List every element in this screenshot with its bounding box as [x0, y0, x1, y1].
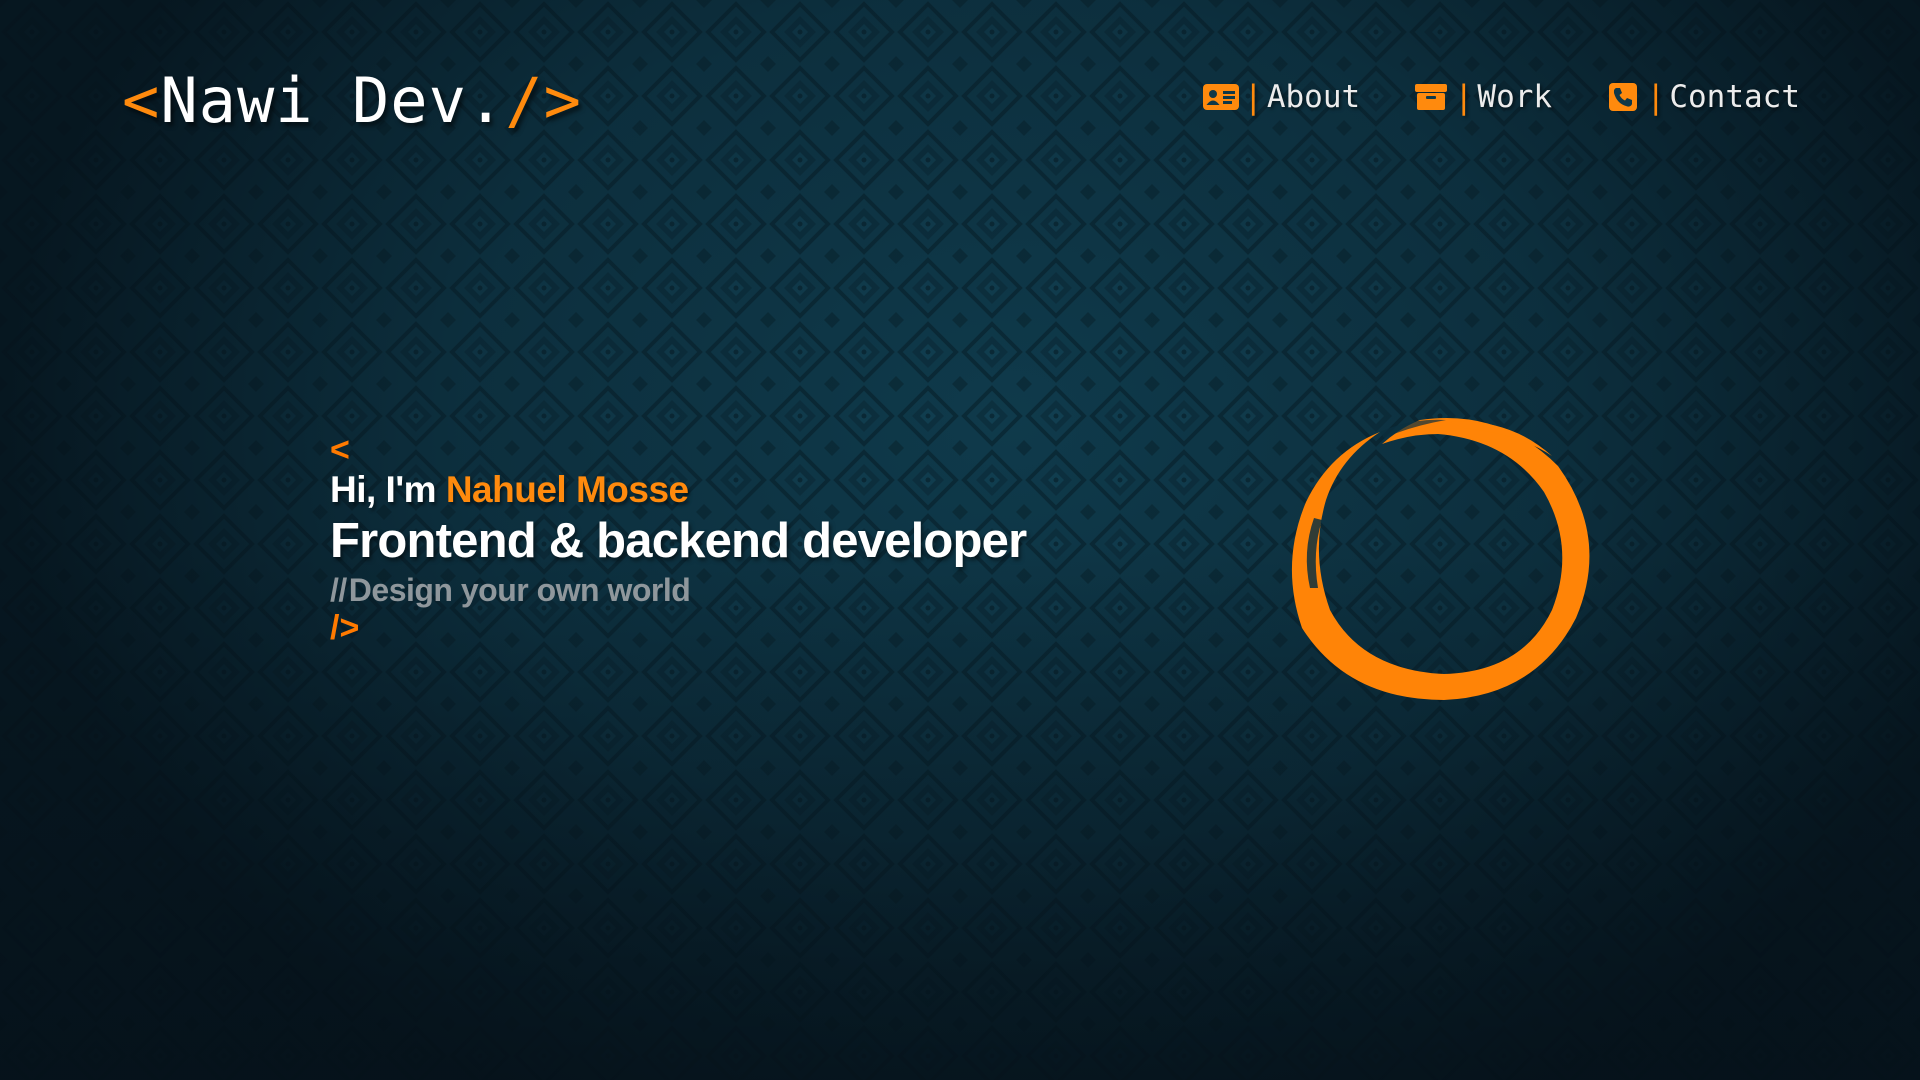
nav-item-work[interactable]: | Work — [1412, 78, 1552, 116]
tagline-slashes: // — [330, 572, 347, 608]
main-nav: | About | Work | Contact — [1202, 78, 1800, 116]
logo-close-bracket: /> — [505, 64, 582, 137]
nav-item-about[interactable]: | About — [1202, 78, 1361, 116]
archive-box-icon — [1412, 82, 1450, 112]
hero-section: < Hi, I'm Nahuel Mosse Frontend & backen… — [330, 432, 1130, 646]
nav-separator: | — [1454, 78, 1474, 116]
enso-circle-icon — [1291, 417, 1590, 700]
hero-close-bracket: /> — [330, 609, 360, 647]
hero-open-bracket: < — [330, 431, 350, 469]
greeting-prefix: Hi, I'm — [330, 469, 446, 510]
greeting-name: Nahuel Mosse — [445, 469, 689, 510]
logo-name: Nawi Dev. — [160, 64, 506, 137]
nav-item-contact[interactable]: | Contact — [1604, 78, 1800, 116]
tagline-text: Design your own world — [348, 572, 691, 608]
nav-separator: | — [1243, 78, 1263, 116]
hero-tagline: //Design your own world — [330, 570, 1130, 610]
nav-label-about: About — [1266, 79, 1361, 115]
site-header: <Nawi Dev./> | About | Work | Contact — [0, 0, 1920, 200]
nav-label-work: Work — [1477, 79, 1553, 115]
hero-headline: Frontend & backend developer — [330, 514, 1027, 568]
site-logo[interactable]: <Nawi Dev./> — [122, 58, 582, 144]
hero-greeting: Hi, I'm Nahuel Mosse — [330, 468, 1130, 512]
nav-label-contact: Contact — [1669, 79, 1800, 115]
nav-separator: | — [1646, 78, 1666, 116]
logo-open-bracket: < — [122, 64, 161, 137]
phone-icon — [1604, 82, 1642, 112]
id-card-icon — [1202, 82, 1240, 112]
